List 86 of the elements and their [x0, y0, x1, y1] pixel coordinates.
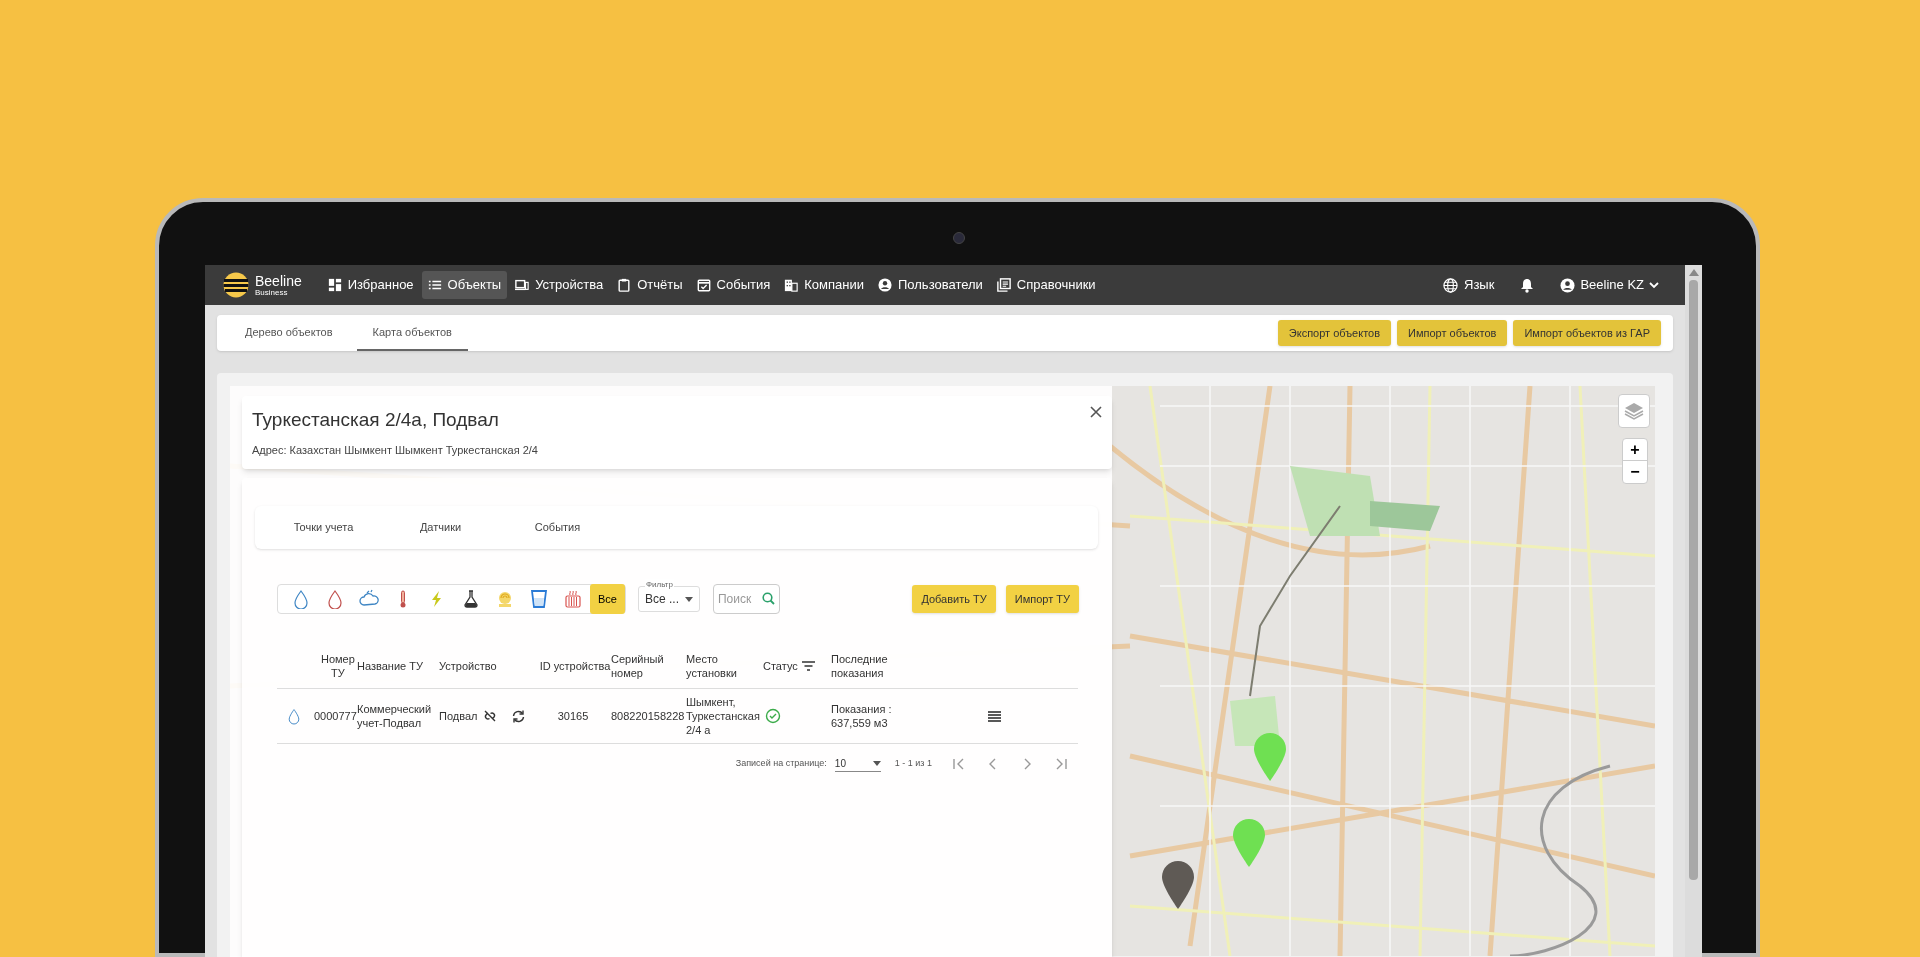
- list-icon: [427, 278, 442, 292]
- nav-item[interactable]: Пользователи: [872, 271, 989, 299]
- language-menu[interactable]: Язык: [1443, 275, 1495, 295]
- table-cell-text: Коммерческий учет-Подвал: [357, 702, 433, 730]
- page-range: 1 - 1 из 1: [894, 757, 932, 771]
- zoom-in-button[interactable]: +: [1623, 439, 1647, 461]
- logo-subtitle: Business: [255, 288, 289, 297]
- menu-icon[interactable]: [988, 710, 1001, 722]
- tab[interactable]: Карта объектов: [356, 315, 468, 351]
- scrollbar-thumb[interactable]: [1689, 280, 1698, 880]
- action-button[interactable]: Добавить ТУ: [912, 585, 996, 613]
- user-icon: [878, 278, 892, 292]
- tab[interactable]: Датчики: [384, 506, 497, 549]
- tab[interactable]: События: [501, 506, 614, 549]
- action-button[interactable]: Импорт ТУ: [1005, 585, 1079, 613]
- all-filter-button[interactable]: Все: [590, 584, 625, 614]
- caret-icon: [872, 761, 881, 766]
- rows-per-page-select[interactable]: 10: [834, 756, 881, 772]
- table-cell-text: Подвал: [439, 709, 479, 723]
- droplet-icon: [325, 589, 345, 609]
- sync-icon[interactable]: [511, 708, 527, 724]
- map-marker-icon[interactable]: [1254, 733, 1286, 781]
- user-menu[interactable]: Beeline KZ: [1560, 275, 1659, 295]
- cloud-icon: [359, 589, 379, 609]
- first-page-icon[interactable]: [952, 757, 966, 771]
- logo-text: Beeline: [255, 273, 302, 288]
- action-button[interactable]: Импорт объектов: [1397, 320, 1508, 346]
- beeline-logo-icon: [223, 272, 249, 298]
- rows-per-page-label: Записей на странице:: [735, 757, 827, 771]
- nav-item[interactable]: События: [690, 271, 777, 299]
- action-button[interactable]: Экспорт объектов: [1277, 320, 1392, 346]
- column-header[interactable]: Серийный номер: [611, 652, 686, 680]
- column-header[interactable]: Название ТУ: [357, 659, 439, 673]
- layers-button[interactable]: [1618, 394, 1650, 428]
- droplet-icon: [286, 707, 302, 725]
- chevron-down-icon: [1649, 281, 1659, 289]
- dashboard-icon: [327, 278, 342, 292]
- search-icon[interactable]: [762, 592, 775, 605]
- nav-item[interactable]: Справочники: [990, 271, 1102, 299]
- close-icon[interactable]: [1090, 406, 1102, 418]
- last-page-icon[interactable]: [1054, 757, 1068, 771]
- column-header[interactable]: Последние показания: [831, 652, 911, 680]
- action-button[interactable]: Импорт объектов из ГАР: [1513, 320, 1661, 346]
- layers-icon: [1624, 402, 1644, 420]
- book-icon: [996, 278, 1011, 292]
- filter-icon[interactable]: [801, 661, 815, 671]
- map-marker-icon[interactable]: [1162, 861, 1194, 909]
- scroll-up-icon[interactable]: [1688, 269, 1699, 276]
- rows-per-page-value: 10: [834, 757, 846, 771]
- column-header[interactable]: Номер ТУ: [311, 652, 357, 680]
- column-header[interactable]: Устройство: [439, 659, 539, 673]
- tab[interactable]: Дерево объектов: [229, 315, 349, 351]
- nav-item[interactable]: Объекты: [421, 271, 508, 299]
- search-field[interactable]: Поиск: [713, 584, 780, 614]
- table-cell-text: 0000777: [314, 710, 358, 722]
- droplet-icon: [291, 589, 311, 609]
- filter-value: Все ...: [644, 591, 679, 608]
- clipboard-icon: [617, 278, 632, 292]
- zoom-out-button[interactable]: −: [1623, 461, 1647, 483]
- nav-item[interactable]: Компании: [778, 271, 870, 299]
- flask-icon: [461, 589, 481, 609]
- tab[interactable]: Точки учета: [267, 506, 380, 549]
- globe-icon: [1443, 277, 1458, 293]
- caret-icon: [685, 596, 693, 602]
- column-header[interactable]: ID устройства: [539, 659, 611, 673]
- nav-item[interactable]: Устройства: [509, 271, 610, 299]
- nav-item[interactable]: Избранное: [321, 271, 420, 299]
- column-header[interactable]: Место установки: [686, 652, 763, 680]
- building-icon: [784, 278, 799, 292]
- object-title: Туркестанская 2/4а, Подвал: [252, 408, 499, 432]
- map-marker-icon[interactable]: [1233, 819, 1265, 867]
- table-cell-text: 30165: [557, 709, 590, 723]
- camera-icon: [953, 232, 965, 244]
- object-address: Адрес: Казахстан Шымкент Шымкент Туркестанская 2/4: [252, 442, 539, 458]
- filter-label: Фильтр: [644, 579, 674, 591]
- cup-icon: [529, 589, 549, 609]
- radiator-icon: [563, 589, 583, 609]
- unlink-icon[interactable]: [483, 709, 498, 723]
- devices-icon: [515, 278, 530, 292]
- table-cell-text: Шымкент, Туркестанская 2/4 а: [686, 695, 761, 737]
- calendar-icon: [696, 278, 711, 292]
- bell-icon[interactable]: [1520, 277, 1535, 293]
- table-cell-text: Показания : 637,559 м3: [831, 702, 893, 730]
- nav-item[interactable]: Отчёты: [611, 271, 689, 299]
- column-header[interactable]: Статус: [763, 659, 831, 673]
- user-icon: [1560, 277, 1576, 293]
